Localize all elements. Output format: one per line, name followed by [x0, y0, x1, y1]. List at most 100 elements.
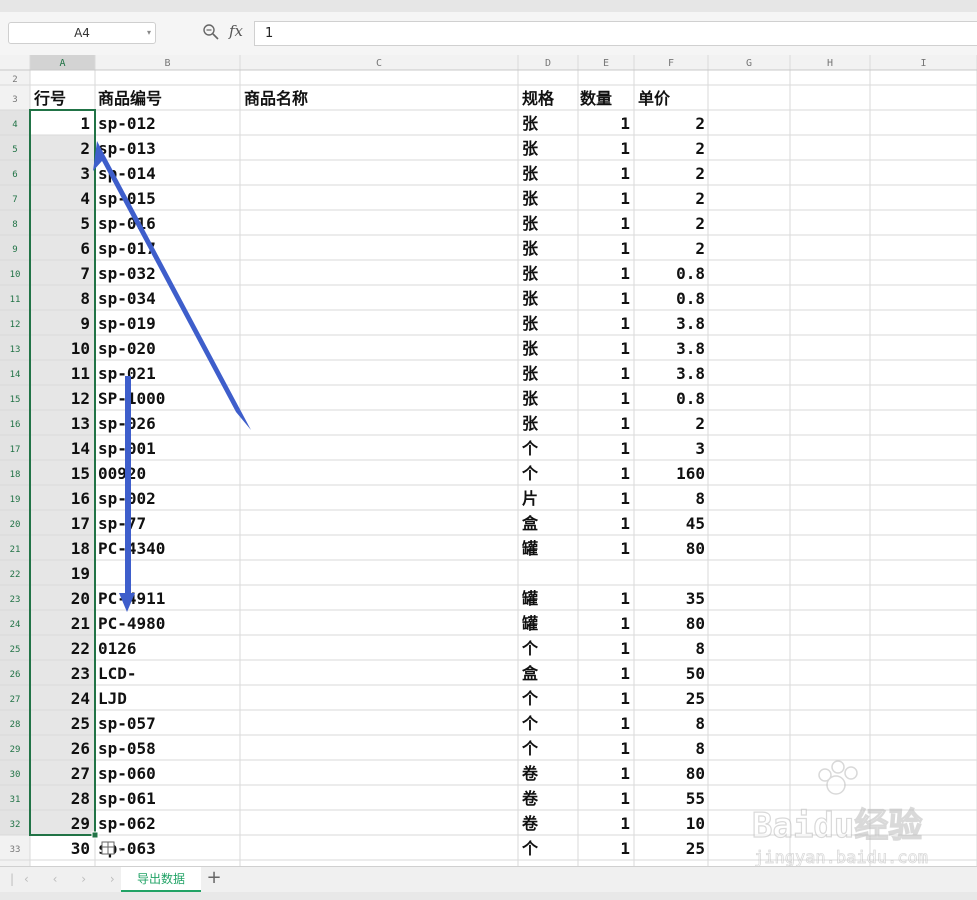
row-header[interactable]: 3	[12, 95, 17, 105]
row-header[interactable]: 32	[10, 820, 21, 830]
quantity-cell[interactable]: 1	[620, 839, 630, 858]
column-header-h[interactable]: H	[827, 58, 833, 69]
spreadsheet-grid[interactable]: A B C D E F G H I 2 3 行号 商品编号 商品名称 规格 数量 单价 4 1 sp-012 张 1 2 5 2…	[0, 55, 977, 870]
column-header-d[interactable]: D	[545, 58, 551, 69]
row-number-cell[interactable]: 11	[71, 364, 90, 383]
spec-cell[interactable]: 张	[522, 314, 539, 333]
row-header[interactable]: 25	[10, 645, 21, 655]
quantity-cell[interactable]: 1	[620, 314, 630, 333]
spec-cell[interactable]: 个	[521, 714, 539, 733]
quantity-cell[interactable]: 1	[620, 189, 630, 208]
price-cell[interactable]: 0.8	[676, 289, 705, 308]
quantity-cell[interactable]: 1	[620, 639, 630, 658]
spec-cell[interactable]: 盒	[522, 664, 539, 683]
product-code-cell[interactable]: sp-019	[98, 314, 156, 333]
row-header[interactable]: 24	[10, 620, 21, 630]
product-code-cell[interactable]: sp-77	[98, 514, 146, 533]
spec-cell[interactable]: 张	[522, 414, 539, 433]
row-header[interactable]: 28	[10, 720, 21, 730]
row-number-cell[interactable]: 3	[80, 164, 90, 183]
quantity-cell[interactable]: 1	[620, 339, 630, 358]
row-header[interactable]: 13	[10, 345, 21, 355]
spec-cell[interactable]: 盒	[522, 514, 539, 533]
quantity-cell[interactable]: 1	[620, 364, 630, 383]
price-cell[interactable]: 0.8	[676, 264, 705, 283]
row-number-cell[interactable]: 12	[71, 389, 90, 408]
chevron-down-icon[interactable]: ▾	[147, 23, 151, 43]
price-cell[interactable]: 8	[695, 739, 705, 758]
spec-cell[interactable]: 张	[522, 289, 539, 308]
sheet-tab[interactable]: 导出数据	[121, 867, 201, 892]
row-number-cell[interactable]: 10	[71, 339, 90, 358]
price-cell[interactable]: 2	[695, 214, 705, 233]
quantity-cell[interactable]: 1	[620, 489, 630, 508]
formula-input[interactable]: 1	[254, 21, 977, 46]
add-sheet-button[interactable]: +	[204, 868, 224, 890]
row-number-cell[interactable]: 24	[71, 689, 90, 708]
column-header-a[interactable]: A	[59, 58, 65, 69]
product-code-cell[interactable]: PC-4980	[98, 614, 165, 633]
row-number-cell[interactable]: 26	[71, 739, 90, 758]
row-header[interactable]: 20	[10, 520, 21, 530]
row-number-cell[interactable]: 9	[80, 314, 90, 333]
row-number-cell[interactable]: 17	[71, 514, 90, 533]
column-header-c[interactable]: C	[376, 58, 382, 69]
header-cell[interactable]: 数量	[580, 89, 612, 108]
price-cell[interactable]: 35	[686, 589, 705, 608]
quantity-cell[interactable]: 1	[620, 414, 630, 433]
spec-cell[interactable]: 张	[522, 364, 539, 383]
quantity-cell[interactable]: 1	[620, 239, 630, 258]
price-cell[interactable]: 45	[686, 514, 705, 533]
product-code-cell[interactable]: SP-1000	[98, 389, 165, 408]
row-number-cell[interactable]: 4	[80, 189, 90, 208]
product-code-cell[interactable]: sp-034	[98, 289, 156, 308]
price-cell[interactable]: 8	[695, 714, 705, 733]
row-header[interactable]: 23	[10, 595, 21, 605]
spec-cell[interactable]: 卷	[521, 814, 539, 833]
row-number-cell[interactable]: 23	[71, 664, 90, 683]
row-header[interactable]: 11	[10, 295, 21, 305]
spec-cell[interactable]: 张	[522, 239, 539, 258]
spec-cell[interactable]: 张	[522, 214, 539, 233]
row-number-cell[interactable]: 13	[71, 414, 90, 433]
header-cell[interactable]: 商品名称	[244, 89, 308, 108]
quantity-cell[interactable]: 1	[620, 689, 630, 708]
paste-options-icon[interactable]	[101, 841, 115, 855]
row-number-cell[interactable]: 21	[71, 614, 90, 633]
quantity-cell[interactable]: 1	[620, 714, 630, 733]
row-header[interactable]: 31	[10, 795, 21, 805]
column-header-b[interactable]: B	[164, 58, 170, 69]
row-header[interactable]: 6	[12, 170, 17, 180]
price-cell[interactable]: 8	[695, 489, 705, 508]
quantity-cell[interactable]: 1	[620, 664, 630, 683]
quantity-cell[interactable]: 1	[620, 464, 630, 483]
price-cell[interactable]: 160	[676, 464, 705, 483]
quantity-cell[interactable]: 1	[620, 214, 630, 233]
spec-cell[interactable]: 卷	[521, 789, 539, 808]
spec-cell[interactable]: 张	[522, 114, 539, 133]
spec-cell[interactable]: 张	[522, 264, 539, 283]
spec-cell[interactable]: 卷	[521, 764, 539, 783]
product-code-cell[interactable]: LJD	[98, 689, 127, 708]
row-number-cell[interactable]: 2	[80, 139, 90, 158]
price-cell[interactable]: 0.8	[676, 389, 705, 408]
header-cell[interactable]: 商品编号	[98, 89, 162, 108]
row-header[interactable]: 2	[12, 75, 17, 85]
quantity-cell[interactable]: 1	[620, 264, 630, 283]
header-cell[interactable]: 行号	[33, 89, 66, 108]
row-number-cell[interactable]: 16	[71, 489, 90, 508]
spec-cell[interactable]: 张	[522, 139, 539, 158]
product-code-cell[interactable]: sp-061	[98, 789, 156, 808]
row-header[interactable]: 15	[10, 395, 21, 405]
row-number-cell[interactable]: 14	[71, 439, 90, 458]
price-cell[interactable]: 2	[695, 239, 705, 258]
row-number-cell[interactable]: 15	[71, 464, 90, 483]
row-number-cell[interactable]: 22	[71, 639, 90, 658]
quantity-cell[interactable]: 1	[620, 789, 630, 808]
quantity-cell[interactable]: 1	[620, 164, 630, 183]
name-box[interactable]: A4 ▾	[8, 22, 156, 44]
spec-cell[interactable]: 张	[522, 389, 539, 408]
row-header[interactable]: 19	[10, 495, 21, 505]
product-code-cell[interactable]: sp-016	[98, 214, 156, 233]
row-number-cell[interactable]: 29	[71, 814, 90, 833]
